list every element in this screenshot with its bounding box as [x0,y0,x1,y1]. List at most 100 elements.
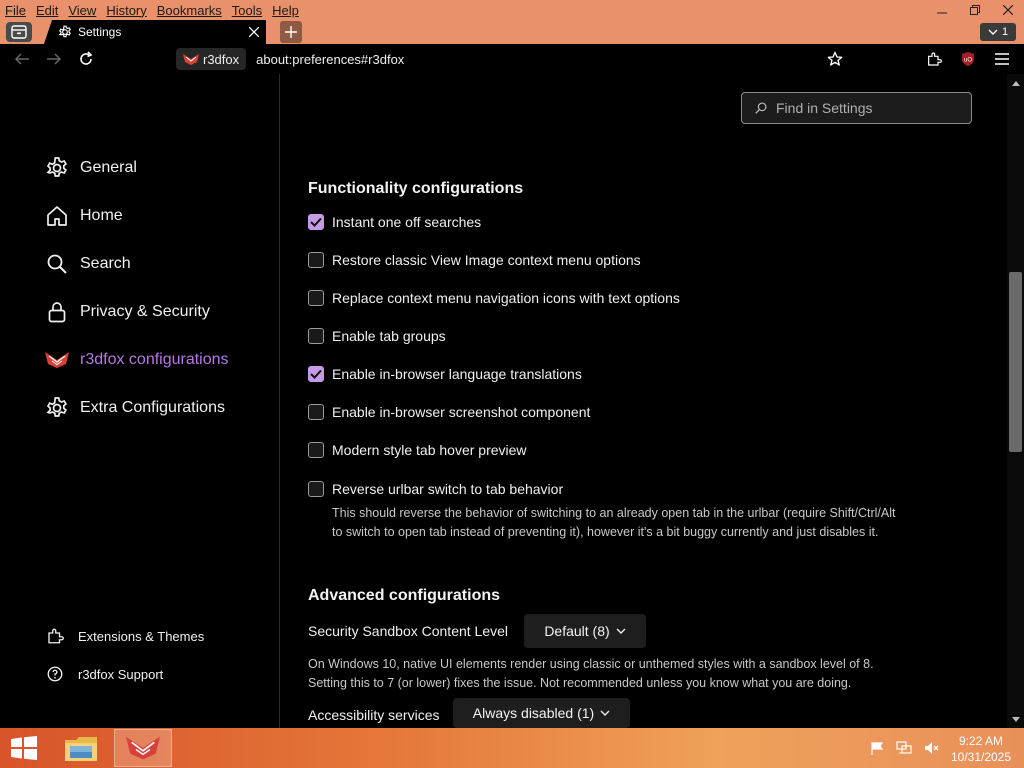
help-icon [47,666,63,682]
option-translations[interactable]: Enable in-browser language translations [308,364,582,384]
category-label: General [80,159,137,176]
clock-date: 10/31/2025 [950,750,1012,764]
category-general[interactable]: General [44,152,137,184]
extensions-themes-link[interactable]: Extensions & Themes [46,625,204,647]
dropdown-value: Always disabled (1) [472,705,595,721]
category-home[interactable]: Home [44,200,123,232]
option-screenshot[interactable]: Enable in-browser screenshot component [308,402,590,422]
settings-search-box[interactable] [741,92,972,124]
menu-edit[interactable]: Edit [31,3,63,18]
restore-button[interactable] [958,0,991,20]
identity-box[interactable]: r3dfox [176,48,247,70]
dropdown-value: Default (8) [544,623,610,639]
volume-muted-icon[interactable] [924,741,940,755]
option-reverse-urlbar-switch[interactable]: Reverse urlbar switch to tab behavior [308,479,563,499]
scrollbar-thumb[interactable] [1009,272,1022,452]
forward-arrow-icon [47,53,62,65]
new-tab-button[interactable] [280,21,302,43]
bookmark-star-button[interactable] [823,47,847,71]
taskbar-clock[interactable]: 9:22 AM 10/31/2025 [946,733,1016,765]
category-label: r3dfox configurations [80,351,229,368]
forward-button[interactable] [42,47,66,71]
taskbar-file-explorer[interactable] [58,730,104,766]
close-icon [1002,5,1013,15]
minimize-button[interactable] [925,0,958,20]
tab-count-label: 1 [1001,26,1009,38]
sandbox-label: Security Sandbox Content Level [308,623,509,639]
menu-history[interactable]: History [101,3,151,18]
menu-bookmarks[interactable]: Bookmarks [152,3,227,18]
url-bar[interactable]: r3dfox about:preferences#r3dfox [176,47,816,71]
option-label: Enable in-browser screenshot component [332,404,591,420]
puzzle-icon [48,628,64,644]
clock-time: 9:22 AM [958,734,1004,748]
r3dfox-logo-icon [44,347,70,373]
scroll-up-button[interactable] [1008,76,1023,90]
accessibility-dropdown[interactable]: Always disabled (1) [453,698,630,728]
menu-file[interactable]: File [0,3,31,18]
reload-button[interactable] [74,47,98,71]
close-tab-button[interactable] [244,22,264,42]
star-icon [827,51,843,66]
description-line: On Windows 10, native UI elements render… [308,657,874,671]
checkbox[interactable] [308,481,324,497]
puzzle-icon [928,52,942,66]
firefox-view-button[interactable] [6,22,32,42]
extensions-button[interactable] [922,47,946,71]
option-description: This should reverse the behavior of swit… [332,504,972,542]
option-label: Instant one off searches [332,214,482,230]
chevron-down-icon [616,628,626,634]
search-icon [755,102,767,114]
checkbox[interactable] [308,366,324,382]
option-classic-view-image[interactable]: Restore classic View Image context menu … [308,250,641,270]
category-search[interactable]: Search [44,248,131,280]
ublock-button[interactable]: uO [956,47,980,71]
option-label: Enable in-browser language translations [332,366,582,382]
close-window-button[interactable] [991,0,1024,20]
option-context-menu-text[interactable]: Replace context menu navigation icons wi… [308,288,680,308]
category-privacy[interactable]: Privacy & Security [44,296,210,328]
hamburger-menu-icon [995,53,1009,65]
windows-logo-icon [11,736,37,760]
support-link[interactable]: r3dfox Support [46,663,163,685]
sandbox-level-dropdown[interactable]: Default (8) [524,614,646,648]
checkbox[interactable] [308,442,324,458]
app-menu-button[interactable] [990,47,1014,71]
checkbox[interactable] [308,252,324,268]
search-icon [44,251,70,277]
home-icon [44,203,70,229]
start-button[interactable] [8,734,40,762]
scroll-down-arrow-icon [1011,716,1020,722]
description-line: This should reverse the behavior of swit… [332,506,896,520]
category-r3dfox[interactable]: r3dfox configurations [44,344,229,376]
all-tabs-button[interactable]: 1 [980,23,1016,41]
option-tab-groups[interactable]: Enable tab groups [308,326,446,346]
checkbox[interactable] [308,214,324,230]
checkbox[interactable] [308,328,324,344]
svg-text:uO: uO [964,58,972,64]
tab-settings[interactable]: Settings [44,20,266,44]
r3dfox-logo-icon [126,736,160,760]
action-center-flag-icon[interactable] [870,741,884,755]
gear-icon [58,25,71,38]
chevron-down-icon [600,710,610,716]
identity-label: r3dfox [203,51,240,67]
option-tab-hover-preview[interactable]: Modern style tab hover preview [308,440,527,460]
taskbar-r3dfox[interactable] [114,729,172,767]
description-line: to switch to open tab instead of prevent… [332,525,879,539]
menu-tools[interactable]: Tools [227,3,267,18]
footer-label: Extensions & Themes [78,628,205,644]
menu-view[interactable]: View [63,3,101,18]
category-extra[interactable]: Extra Configurations [44,392,225,424]
option-instant-one-off-searches[interactable]: Instant one off searches [308,212,481,232]
menu-help[interactable]: Help [267,3,304,18]
scroll-down-button[interactable] [1008,712,1023,726]
search-input[interactable] [776,100,956,116]
ublock-icon: uO [962,52,974,66]
minimize-icon [936,12,947,14]
checkbox[interactable] [308,404,324,420]
network-icon[interactable] [896,741,912,755]
checkbox[interactable] [308,290,324,306]
back-button[interactable] [10,47,34,71]
category-label: Search [80,255,131,272]
